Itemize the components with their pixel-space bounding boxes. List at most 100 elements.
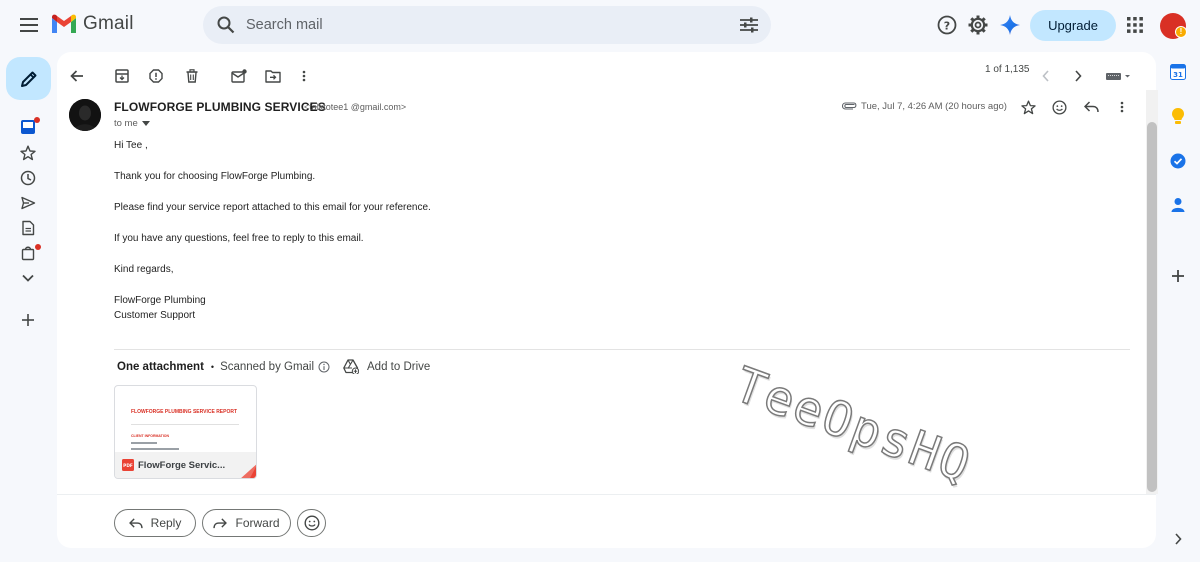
reply-button[interactable]: Reply xyxy=(114,509,196,537)
star-outline-icon xyxy=(1020,99,1036,114)
purchases-unread-dot xyxy=(35,244,41,250)
attachment-separator: • xyxy=(210,362,215,372)
input-tools-button[interactable] xyxy=(1097,60,1141,92)
add-reaction-button[interactable] xyxy=(1043,91,1075,123)
more-vert-icon xyxy=(1120,101,1124,113)
contacts-app-button[interactable] xyxy=(1166,193,1190,217)
forward-button[interactable]: Forward xyxy=(202,509,291,537)
scanned-label: Scanned by Gmail xyxy=(220,361,315,373)
nav-snoozed[interactable] xyxy=(16,168,40,188)
recipient-details[interactable]: to me xyxy=(114,118,150,129)
top-bar: Gmail ? xyxy=(0,0,1200,50)
delete-button[interactable] xyxy=(176,60,208,92)
to-label: to me xyxy=(114,118,138,129)
svg-text:?: ? xyxy=(944,20,950,33)
add-to-drive-button[interactable]: Add to Drive xyxy=(343,359,430,374)
inbox-unread-dot xyxy=(34,117,40,123)
preview-line xyxy=(131,448,179,450)
greeting-text: Hi Tee , xyxy=(114,140,148,151)
upgrade-button[interactable]: Upgrade xyxy=(1030,10,1116,41)
archive-button[interactable] xyxy=(106,60,138,92)
message-date: Tue, Jul 7, 4:26 AM (20 hours ago) xyxy=(861,101,1007,112)
delete-icon xyxy=(186,69,198,83)
calendar-app-button[interactable]: 31 xyxy=(1166,60,1190,84)
info-icon[interactable] xyxy=(318,361,330,373)
pdf-corner-fold xyxy=(241,464,256,478)
star-message-button[interactable] xyxy=(1012,91,1044,123)
reply-header-button[interactable] xyxy=(1075,91,1107,123)
pagination-count: 1 of 1,135 xyxy=(985,64,1030,75)
back-button[interactable] xyxy=(61,60,93,92)
sender-photo-icon xyxy=(69,99,101,131)
message-more-button[interactable] xyxy=(1106,91,1138,123)
nav-more[interactable] xyxy=(16,268,40,288)
contacts-person-icon xyxy=(1171,198,1185,212)
preview-line xyxy=(131,442,157,444)
create-label-button[interactable] xyxy=(16,310,40,330)
star-icon xyxy=(20,145,36,161)
sender-avatar[interactable] xyxy=(69,99,101,131)
emoji-reaction-button[interactable] xyxy=(297,509,326,537)
move-to-button[interactable] xyxy=(257,60,289,92)
add-to-drive-icon xyxy=(343,359,359,374)
report-spam-button[interactable] xyxy=(140,60,172,92)
search-input[interactable] xyxy=(246,6,706,44)
more-options-button[interactable] xyxy=(288,60,320,92)
move-to-folder-icon xyxy=(265,70,281,83)
app-name: Gmail xyxy=(83,13,134,34)
preview-section: CLIENT INFORMATION xyxy=(131,434,170,438)
nav-sent[interactable] xyxy=(16,193,40,213)
show-side-panel-button[interactable] xyxy=(1166,527,1190,551)
calendar-day: 31 xyxy=(1173,71,1183,79)
clock-icon xyxy=(20,170,36,186)
signature-team: Customer Support xyxy=(114,310,196,321)
chevron-down-icon xyxy=(22,274,34,282)
main-menu-button[interactable] xyxy=(9,5,49,45)
attachment-card[interactable]: FLOWFORGE PLUMBING SERVICE REPORT CLIENT… xyxy=(114,385,257,479)
chevron-right-icon xyxy=(1175,533,1182,545)
gemini-icon xyxy=(1000,15,1020,35)
preview-title: FLOWFORGE PLUMBING SERVICE REPORT xyxy=(131,409,238,415)
compose-button[interactable] xyxy=(6,57,51,100)
sender-email: <talktotee1 @gmail.com> xyxy=(304,102,407,112)
closing-text: Kind regards, xyxy=(114,264,174,275)
search-bar[interactable] xyxy=(203,6,771,44)
nav-drafts[interactable] xyxy=(16,218,40,238)
plus-icon xyxy=(1172,270,1184,282)
get-addons-button[interactable] xyxy=(1166,264,1190,288)
help-icon: ? xyxy=(937,15,957,35)
pdf-file-icon: PDF xyxy=(122,459,134,471)
nav-starred[interactable] xyxy=(16,143,40,163)
scrollbar-thumb[interactable] xyxy=(1147,122,1157,492)
signature-name: FlowForge Plumbing xyxy=(114,295,206,306)
archive-icon xyxy=(115,69,129,83)
pencil-icon xyxy=(20,71,36,87)
body-line-2: Please find your service report attached… xyxy=(114,202,431,213)
chevron-left-icon xyxy=(1042,70,1049,82)
chevron-right-icon xyxy=(1075,70,1082,82)
keep-app-button[interactable] xyxy=(1166,104,1190,128)
gemini-button[interactable] xyxy=(990,5,1030,45)
plus-icon xyxy=(22,314,34,326)
apps-button[interactable] xyxy=(1115,5,1155,45)
send-icon xyxy=(21,196,36,210)
newer-button[interactable] xyxy=(1030,60,1062,92)
message-panel: 1 of 1,135 FLOWFORGE PLUMBING SERVICES <… xyxy=(57,52,1156,548)
draft-icon xyxy=(22,220,35,236)
emoji-icon xyxy=(1051,99,1067,115)
pdf-badge-text: PDF xyxy=(123,463,133,469)
reply-icon xyxy=(128,517,143,528)
search-options-icon[interactable] xyxy=(740,17,758,33)
tasks-app-button[interactable] xyxy=(1166,149,1190,173)
keyboard-icon xyxy=(1106,73,1130,80)
attachment-icon xyxy=(842,102,857,110)
mark-unread-button[interactable] xyxy=(223,60,255,92)
attachment-count: One attachment xyxy=(117,361,204,373)
sender-name[interactable]: FLOWFORGE PLUMBING SERVICES xyxy=(114,100,326,114)
reply-icon xyxy=(1083,101,1099,113)
search-icon[interactable] xyxy=(217,16,235,34)
older-button[interactable] xyxy=(1062,60,1094,92)
preview-rule xyxy=(131,424,239,425)
gmail-logo[interactable]: Gmail xyxy=(51,13,134,35)
tasks-check-icon xyxy=(1170,153,1186,169)
